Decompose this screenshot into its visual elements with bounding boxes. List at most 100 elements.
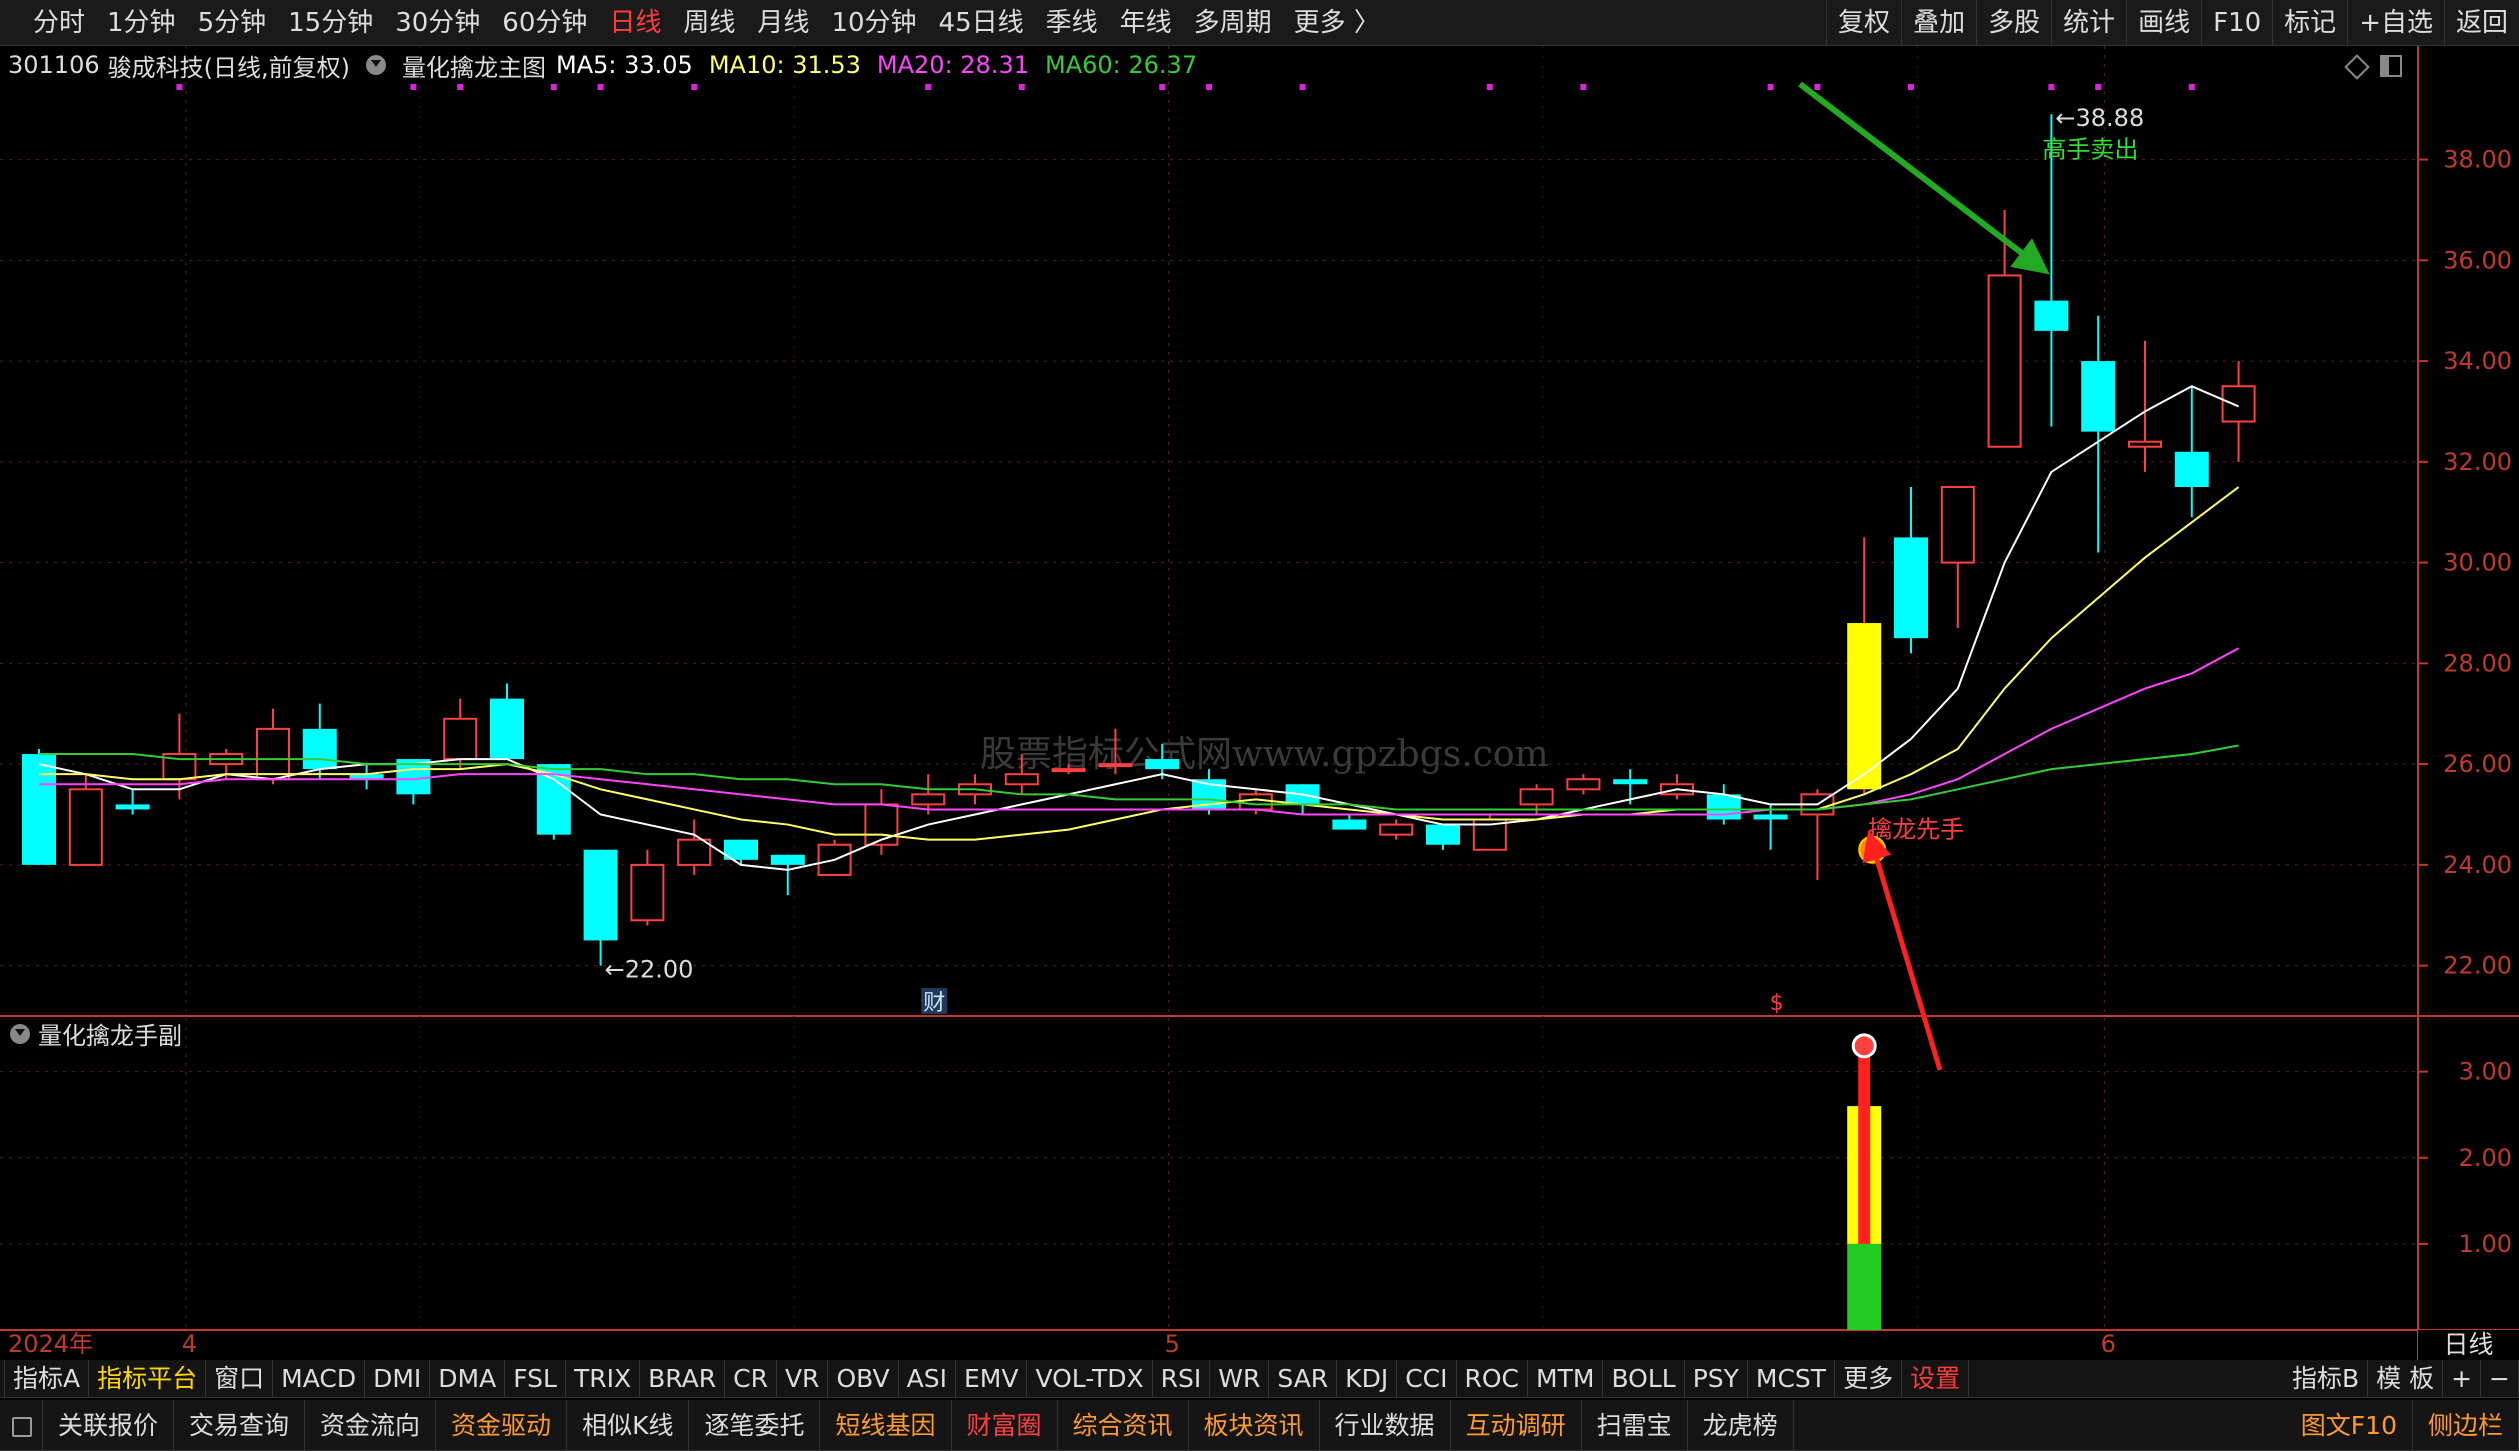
function-tab[interactable]: 财富圈: [952, 1399, 1058, 1451]
function-tab[interactable]: 行业数据: [1320, 1399, 1451, 1451]
toolbar-button[interactable]: 返回: [2443, 0, 2519, 46]
candle-body: [2081, 361, 2116, 432]
indicator-tab[interactable]: FSL: [505, 1359, 566, 1398]
indicator-right-button[interactable]: 模 板: [2368, 1359, 2444, 1398]
period-tab[interactable]: 季线: [1035, 0, 1109, 46]
indicator-tab[interactable]: 窗口: [206, 1359, 274, 1398]
indicator-tab[interactable]: 指标A: [5, 1359, 90, 1398]
period-tab[interactable]: 5分钟: [187, 0, 278, 46]
indicator-tab[interactable]: EMV: [956, 1359, 1028, 1398]
toolbar-button[interactable]: +自选: [2347, 0, 2444, 46]
indicator-tab[interactable]: RSI: [1153, 1359, 1211, 1398]
indicator-tab[interactable]: 更多: [1835, 1359, 1903, 1398]
candle-body: [583, 849, 618, 941]
kline-chart[interactable]: 22.00 24.00 26.00 28.00 30.00 32.00 34.00 36.00…: [0, 46, 2519, 1360]
indicator-tab[interactable]: SAR: [1269, 1359, 1338, 1398]
period-tab[interactable]: 周线: [672, 0, 746, 46]
indicator-tab[interactable]: CR: [725, 1359, 777, 1398]
function-tab[interactable]: 逐笔委托: [689, 1399, 821, 1451]
indicator-tab[interactable]: MCST: [1748, 1359, 1836, 1398]
signal-dot: [1159, 84, 1166, 90]
period-tab[interactable]: 30分钟: [384, 0, 491, 46]
period-tab[interactable]: 月线: [746, 0, 820, 46]
toolbar-button[interactable]: 标记: [2272, 0, 2347, 46]
function-tab[interactable]: 板块资讯: [1189, 1399, 1320, 1451]
signal-dot: [1299, 84, 1306, 90]
indicator-tab[interactable]: DMA: [430, 1359, 506, 1398]
signal-dot: [1018, 84, 1025, 90]
indicator-right-button[interactable]: −: [2481, 1359, 2519, 1398]
indicator-tab[interactable]: MTM: [1528, 1359, 1604, 1398]
period-tab[interactable]: 分时: [22, 0, 96, 46]
function-tab[interactable]: 短线基因: [820, 1399, 952, 1451]
candle-body: [22, 754, 56, 865]
period-tab[interactable]: 1分钟: [96, 0, 187, 46]
indicator-tab[interactable]: CCI: [1397, 1359, 1457, 1398]
function-tab[interactable]: 交易查询: [174, 1399, 306, 1451]
indicator-tab[interactable]: ASI: [899, 1359, 956, 1398]
function-tab[interactable]: 资金驱动: [436, 1399, 568, 1451]
candle-body: [2221, 385, 2256, 423]
indicator-tab[interactable]: BRAR: [640, 1359, 726, 1398]
period-tab[interactable]: 15分钟: [277, 0, 384, 46]
candle-body: [1426, 824, 1460, 845]
candle-body: [490, 698, 524, 760]
indicator-tab[interactable]: DMI: [365, 1359, 431, 1398]
indicator-tab[interactable]: PSY: [1685, 1359, 1748, 1398]
function-tab[interactable]: 相似K线: [567, 1399, 690, 1451]
signal-bar-red: [1858, 1045, 1871, 1244]
signal-dot: [457, 84, 464, 90]
candle: [396, 759, 431, 805]
candle: [256, 708, 290, 785]
toolbar-button[interactable]: 统计: [2051, 0, 2126, 46]
function-tab[interactable]: 龙虎榜: [1688, 1399, 1794, 1451]
buy-signal-label: 擒龙先手: [1868, 815, 1964, 843]
period-tab[interactable]: 日线: [598, 0, 672, 46]
candle-body: [1613, 779, 1648, 785]
toolbar-button[interactable]: 多股: [1976, 0, 2051, 46]
function-tab[interactable]: 互动调研: [1451, 1399, 1582, 1451]
candle: [1894, 487, 1928, 654]
y-tick-label: 26.00: [2443, 750, 2512, 778]
list-icon[interactable]: [0, 1399, 43, 1451]
candle-body: [68, 788, 103, 866]
indicator-tab[interactable]: TRIX: [566, 1359, 641, 1398]
function-tab[interactable]: 综合资讯: [1058, 1399, 1189, 1451]
period-tab[interactable]: 60分钟: [491, 0, 598, 46]
indicator-tab[interactable]: BOLL: [1603, 1359, 1685, 1398]
function-right-button[interactable]: 图文F10: [2286, 1399, 2413, 1451]
indicator-right-button[interactable]: +: [2443, 1359, 2482, 1398]
function-right-button[interactable]: 侧边栏: [2413, 1399, 2519, 1451]
function-tab[interactable]: 关联报价: [43, 1399, 175, 1451]
sub-chart-label[interactable]: 量化擒龙手副: [10, 1016, 182, 1051]
indicator-tab[interactable]: ROC: [1457, 1359, 1529, 1398]
candle-body: [1145, 759, 1180, 770]
toolbar-button[interactable]: F10: [2201, 0, 2272, 46]
function-tab[interactable]: 资金流向: [305, 1399, 437, 1451]
indicator-tab[interactable]: VR: [777, 1359, 829, 1398]
candle: [349, 764, 384, 790]
indicator-tab[interactable]: VOL-TDX: [1027, 1359, 1153, 1398]
indicator-tab[interactable]: MACD: [273, 1359, 366, 1398]
indicator-right-button[interactable]: 指标B: [2284, 1359, 2369, 1398]
indicator-tab[interactable]: 设置: [1902, 1359, 1970, 1398]
indicator-tab[interactable]: WR: [1210, 1359, 1270, 1398]
function-tab[interactable]: 扫雷宝: [1582, 1399, 1688, 1451]
sell-arrow: [1798, 81, 2050, 275]
period-tab[interactable]: 10分钟: [820, 0, 927, 46]
indicator-tab[interactable]: 指标平台: [89, 1359, 207, 1398]
toolbar-button[interactable]: 叠加: [1901, 0, 1976, 46]
price-annotation: ←38.88: [2055, 104, 2144, 132]
candle: [724, 839, 758, 865]
period-tab[interactable]: 年线: [1109, 0, 1183, 46]
period-tab[interactable]: 更多 〉: [1283, 0, 1391, 46]
toolbar-button[interactable]: 复权: [1826, 0, 1901, 46]
menu-icon[interactable]: [0, 0, 22, 46]
period-tab[interactable]: 多周期: [1183, 0, 1283, 46]
indicator-tab[interactable]: KDJ: [1337, 1359, 1398, 1398]
toolbar-button[interactable]: 画线: [2126, 0, 2201, 46]
candle: [770, 854, 805, 896]
period-tab[interactable]: 45日线: [928, 0, 1035, 46]
candle-body: [1894, 537, 1928, 639]
indicator-tab[interactable]: OBV: [828, 1359, 899, 1398]
